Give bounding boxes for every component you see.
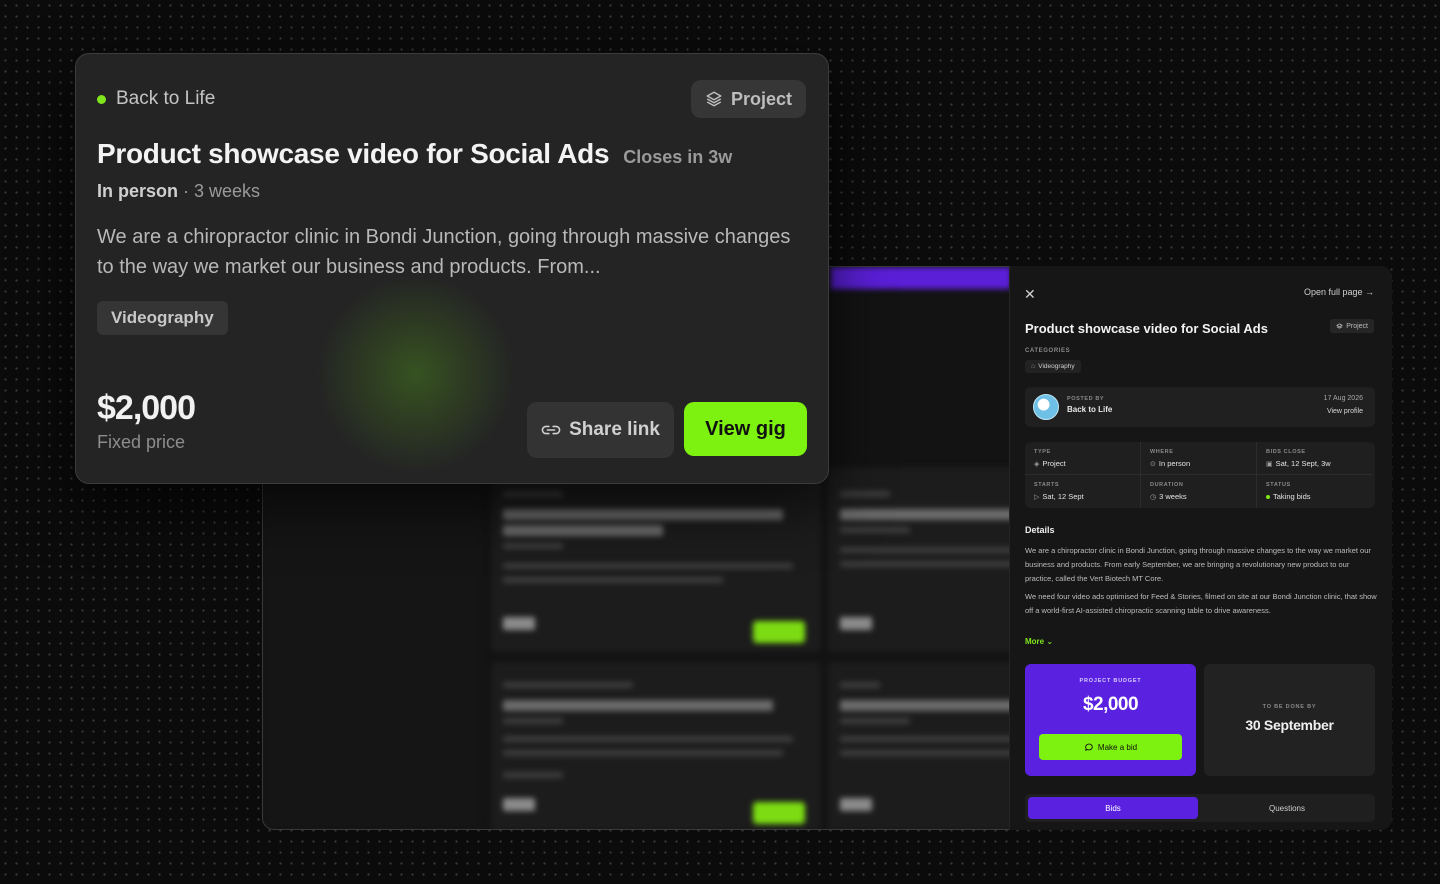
gig-title[interactable]: Product showcase video for Social Ads	[97, 138, 610, 170]
info-key: STATUS	[1266, 482, 1291, 488]
gig-price: $2,000	[97, 389, 196, 427]
info-key: WHERE	[1150, 449, 1174, 455]
panel-category-label: Videography	[1038, 363, 1075, 370]
make-a-bid-button[interactable]: Make a bid	[1039, 734, 1182, 760]
posted-date: 17 Aug 2026	[1323, 395, 1363, 402]
layers-icon	[1336, 322, 1344, 329]
info-value: Taking bids	[1273, 492, 1311, 501]
panel-category-tag[interactable]: ⌂ Videography	[1025, 360, 1081, 373]
card-glow	[316, 274, 516, 474]
panel-title: Product showcase video for Social Ads	[1025, 321, 1268, 336]
info-value: Sat, 12 Sept	[1042, 492, 1084, 501]
status-dot-icon	[1266, 494, 1270, 499]
gig-type-label: Project	[730, 88, 792, 109]
info-value: In person	[1158, 459, 1191, 468]
price-type: Fixed price	[97, 432, 186, 452]
share-link-button[interactable]: Share link	[527, 402, 674, 458]
play-icon: ▷	[1034, 493, 1040, 501]
info-key: TYPE	[1034, 449, 1051, 455]
view-gig-button[interactable]: View gig	[684, 402, 807, 456]
layers-icon	[706, 91, 722, 107]
more-label: More	[1025, 637, 1045, 646]
category-tag[interactable]: Videography	[97, 301, 228, 335]
gig-info-grid: TYPE ◈ Project WHERE ⊙ In person BIDS CLOS…	[1025, 442, 1375, 508]
open-full-page-link[interactable]: Open full page →	[1304, 287, 1374, 297]
panel-type-chip: Project	[1330, 319, 1374, 333]
done-by-value: 30 September	[1245, 717, 1334, 733]
gig-description: We are a chiropractor clinic in Bondi Ju…	[97, 226, 791, 278]
info-type: TYPE ◈ Project	[1025, 442, 1141, 475]
info-key: DURATION	[1150, 482, 1184, 488]
poster-name: Back to Life	[1067, 405, 1113, 414]
details-heading: Details	[1025, 525, 1055, 535]
done-by-label: TO BE DONE BY	[1262, 704, 1317, 710]
tab-questions[interactable]: Questions	[1202, 797, 1372, 819]
online-dot-icon	[97, 94, 106, 104]
chat-bubble-icon	[1085, 743, 1093, 751]
info-value: Project	[1042, 459, 1066, 468]
posted-by-card: POSTED BY Back to Life 17 Aug 2026 View …	[1025, 387, 1375, 427]
gig-location: In person	[97, 181, 179, 201]
gig-card[interactable]: Back to Life Project Product showcase vi…	[75, 53, 829, 484]
info-bids-close: BIDS CLOSE ▣ Sat, 12 Sept, 3w	[1257, 442, 1373, 475]
chevron-down-icon: ⌄	[1046, 637, 1054, 646]
gig-detail-panel: ✕ Open full page → Product showcase vide…	[1009, 266, 1392, 830]
avatar[interactable]	[1033, 394, 1059, 420]
background-banner	[831, 267, 1011, 289]
share-link-label: Share link	[569, 419, 660, 440]
calendar-icon: ▣	[1266, 460, 1273, 468]
posted-by-label: POSTED BY	[1067, 396, 1105, 402]
clock-icon: ◷	[1150, 493, 1157, 501]
more-toggle[interactable]: More ⌄	[1025, 637, 1053, 646]
done-by-card: TO BE DONE BY 30 September	[1204, 664, 1375, 776]
layers-icon: ◈	[1034, 460, 1040, 468]
tab-bids[interactable]: Bids	[1028, 797, 1198, 819]
info-value: Sat, 12 Sept, 3w	[1275, 459, 1331, 468]
details-paragraph: We need four video ads optimised for Fee…	[1025, 592, 1377, 615]
info-duration: DURATION ◷ 3 weeks	[1141, 475, 1257, 508]
gig-title-row: Product showcase video for Social Ads Cl…	[97, 138, 732, 170]
project-budget-card: PROJECT BUDGET $2,000 Make a bid	[1025, 664, 1196, 776]
info-key: BIDS CLOSE	[1266, 449, 1306, 455]
categories-label: CATEGORIES	[1025, 348, 1071, 354]
link-icon	[541, 425, 561, 435]
panel-type-label: Project	[1346, 322, 1368, 330]
info-starts: STARTS ▷ Sat, 12 Sept	[1025, 475, 1141, 508]
tag-icon: ⌂	[1031, 363, 1036, 370]
info-status: STATUS Taking bids	[1257, 475, 1373, 508]
view-profile-link[interactable]: View profile	[1327, 408, 1363, 415]
gig-poster: Back to Life	[97, 88, 215, 110]
gig-duration: · 3 weeks	[183, 181, 261, 201]
gig-type-chip: Project	[690, 80, 806, 118]
info-value: 3 weeks	[1159, 492, 1187, 501]
background-gig-card	[491, 662, 821, 829]
location-pin-icon: ⊙	[1150, 460, 1156, 468]
poster-name: Back to Life	[116, 88, 216, 109]
background-gig-card	[491, 467, 821, 652]
closes-in-label: Closes in 3w	[623, 147, 733, 167]
close-icon[interactable]: ✕	[1024, 286, 1036, 303]
panel-tabs: Bids Questions	[1025, 794, 1375, 822]
info-key: STARTS	[1034, 482, 1060, 488]
make-a-bid-label: Make a bid	[1097, 742, 1138, 752]
details-paragraph: We are a chiropractor clinic in Bondi Ju…	[1025, 546, 1371, 583]
budget-label: PROJECT BUDGET	[1079, 678, 1142, 684]
info-where: WHERE ⊙ In person	[1141, 442, 1257, 475]
budget-amount: $2,000	[1082, 694, 1139, 715]
gig-meta: In person · 3 weeks	[97, 181, 260, 202]
